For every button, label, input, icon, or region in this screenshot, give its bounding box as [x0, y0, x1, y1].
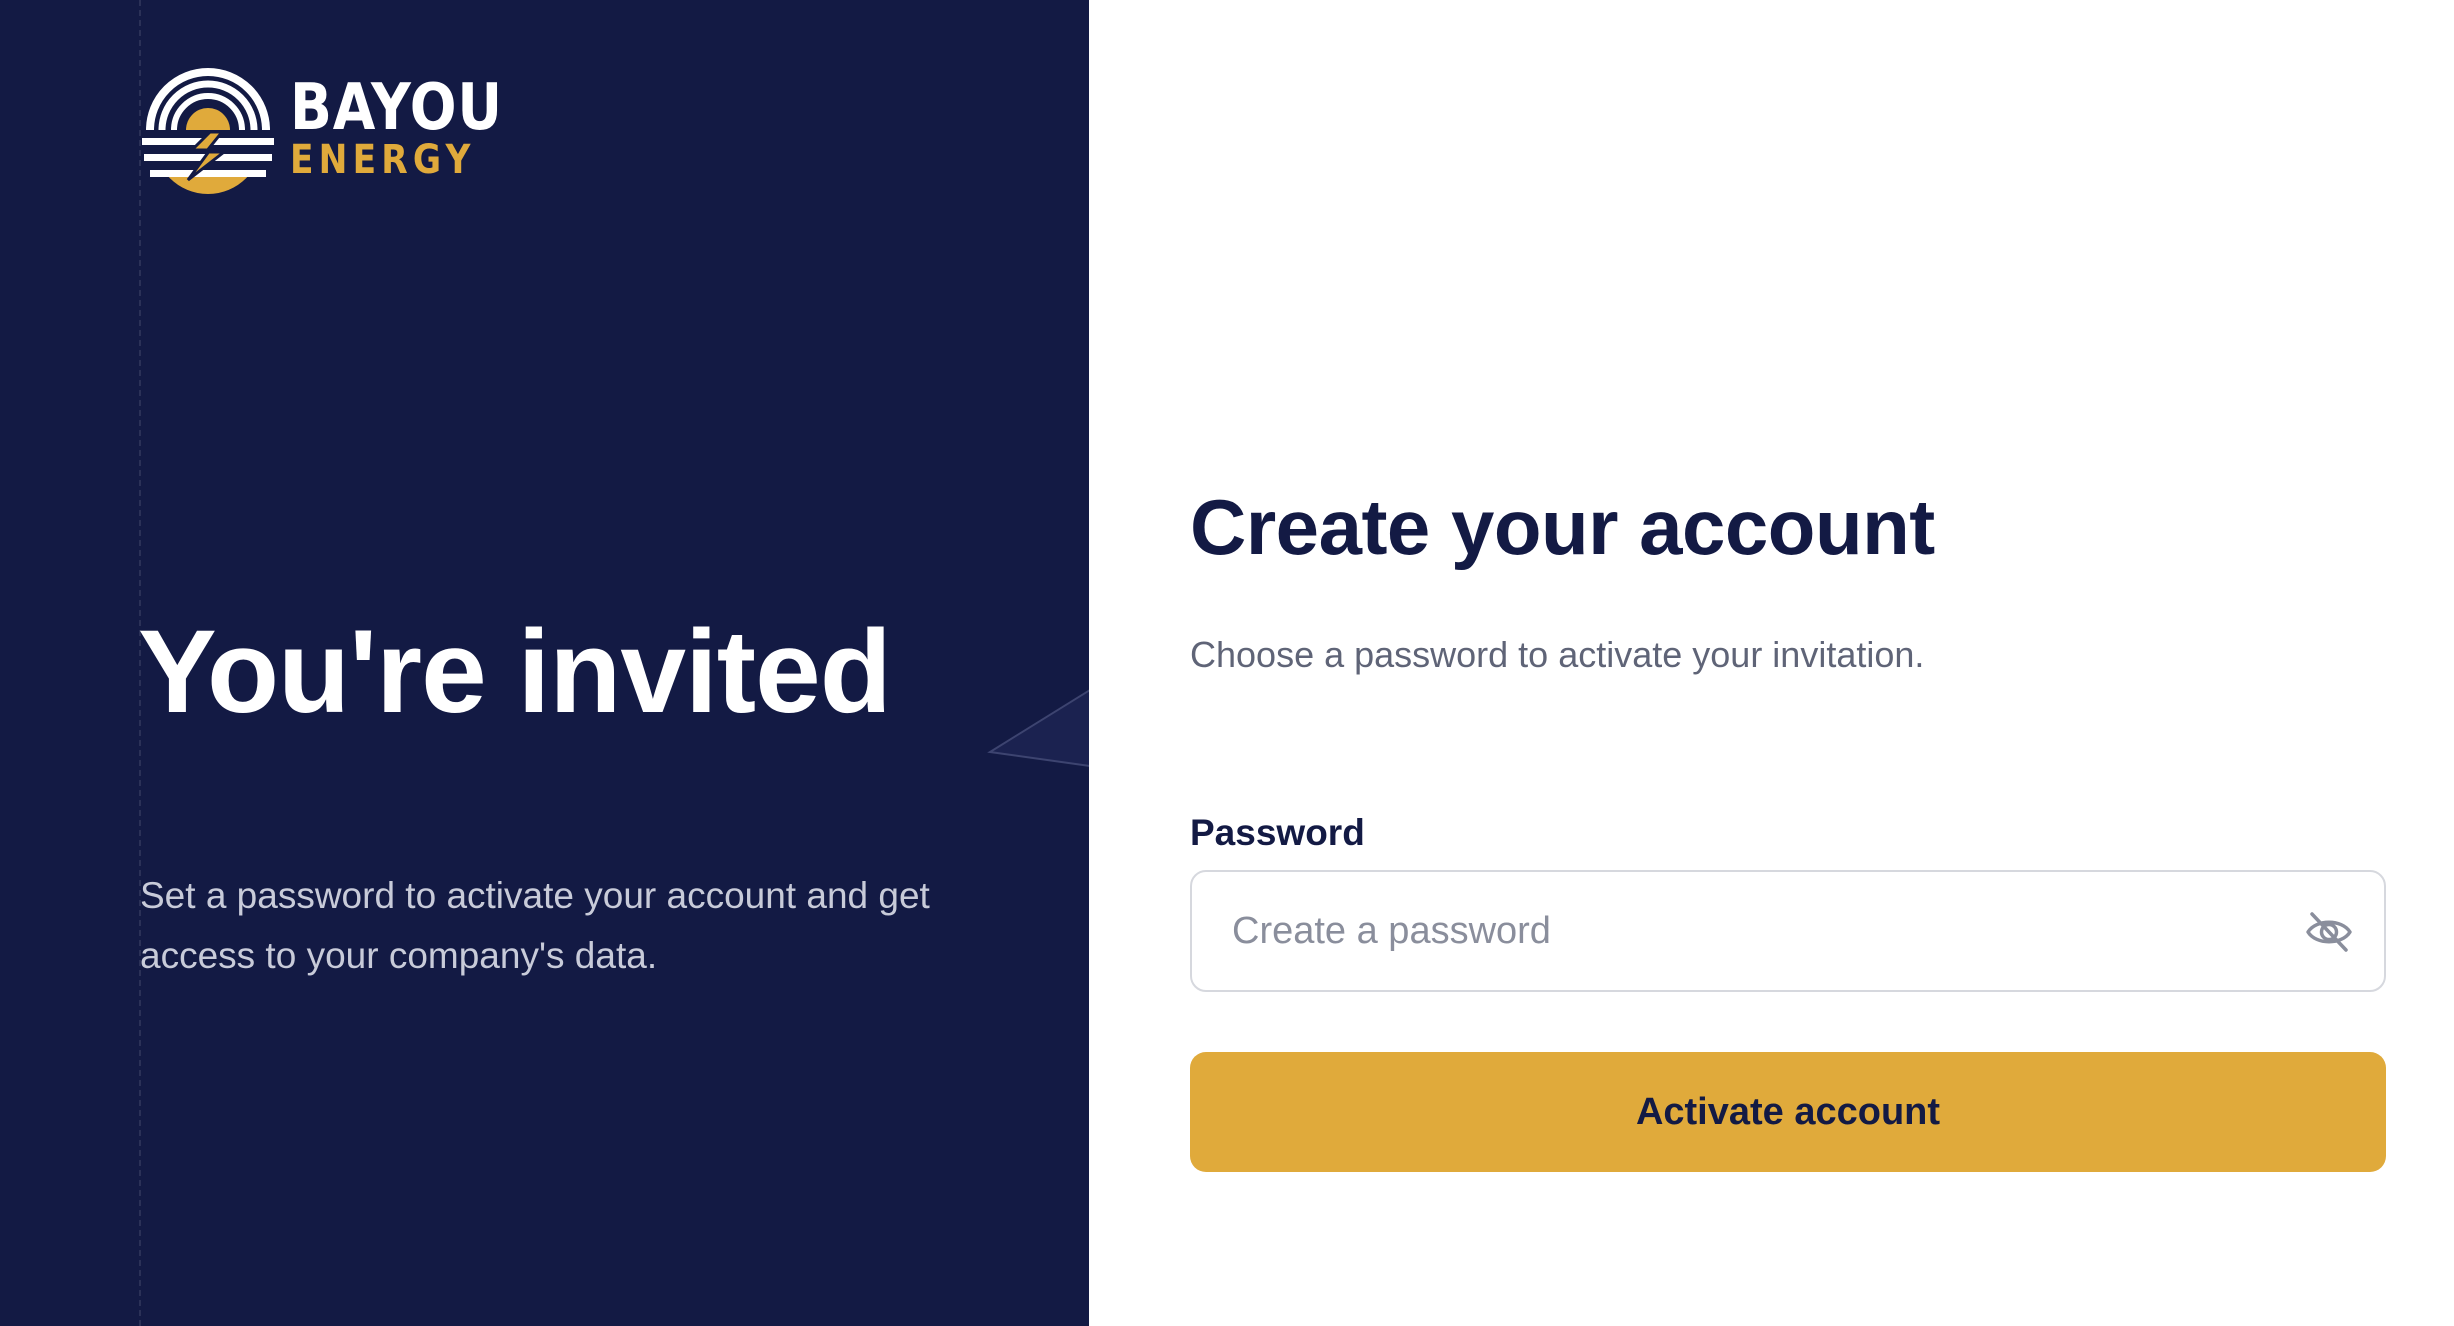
brand-logo: BAYOU ENERGY: [140, 62, 538, 198]
brand-name-bottom: ENERGY: [290, 137, 476, 183]
activation-page: BAYOU ENERGY You're invited Set a passwo…: [0, 0, 2454, 1326]
password-input[interactable]: [1192, 872, 2252, 990]
password-field-container: [1190, 870, 2386, 992]
form-subtitle: Choose a password to activate your invit…: [1190, 634, 1925, 675]
bayou-energy-logo-icon: [142, 68, 274, 194]
form-panel: Create your account Choose a password to…: [1089, 0, 2454, 1326]
activation-form: Create your account Choose a password to…: [1190, 470, 2386, 1172]
invite-panel: BAYOU ENERGY You're invited Set a passwo…: [0, 0, 1089, 1326]
password-visibility-toggle[interactable]: [2302, 906, 2356, 958]
hero-subtitle: Set a password to activate your account …: [140, 875, 930, 976]
form-title: Create your account: [1190, 483, 1935, 571]
activate-account-button[interactable]: Activate account: [1190, 1052, 2386, 1172]
password-label: Password: [1190, 812, 1365, 853]
eye-off-icon: [2306, 912, 2352, 952]
hero-title: You're invited: [138, 606, 892, 738]
brand-wordmark: BAYOU ENERGY: [290, 71, 538, 183]
decorative-triangle: [987, 689, 1089, 767]
brand-name-top: BAYOU: [290, 71, 503, 145]
